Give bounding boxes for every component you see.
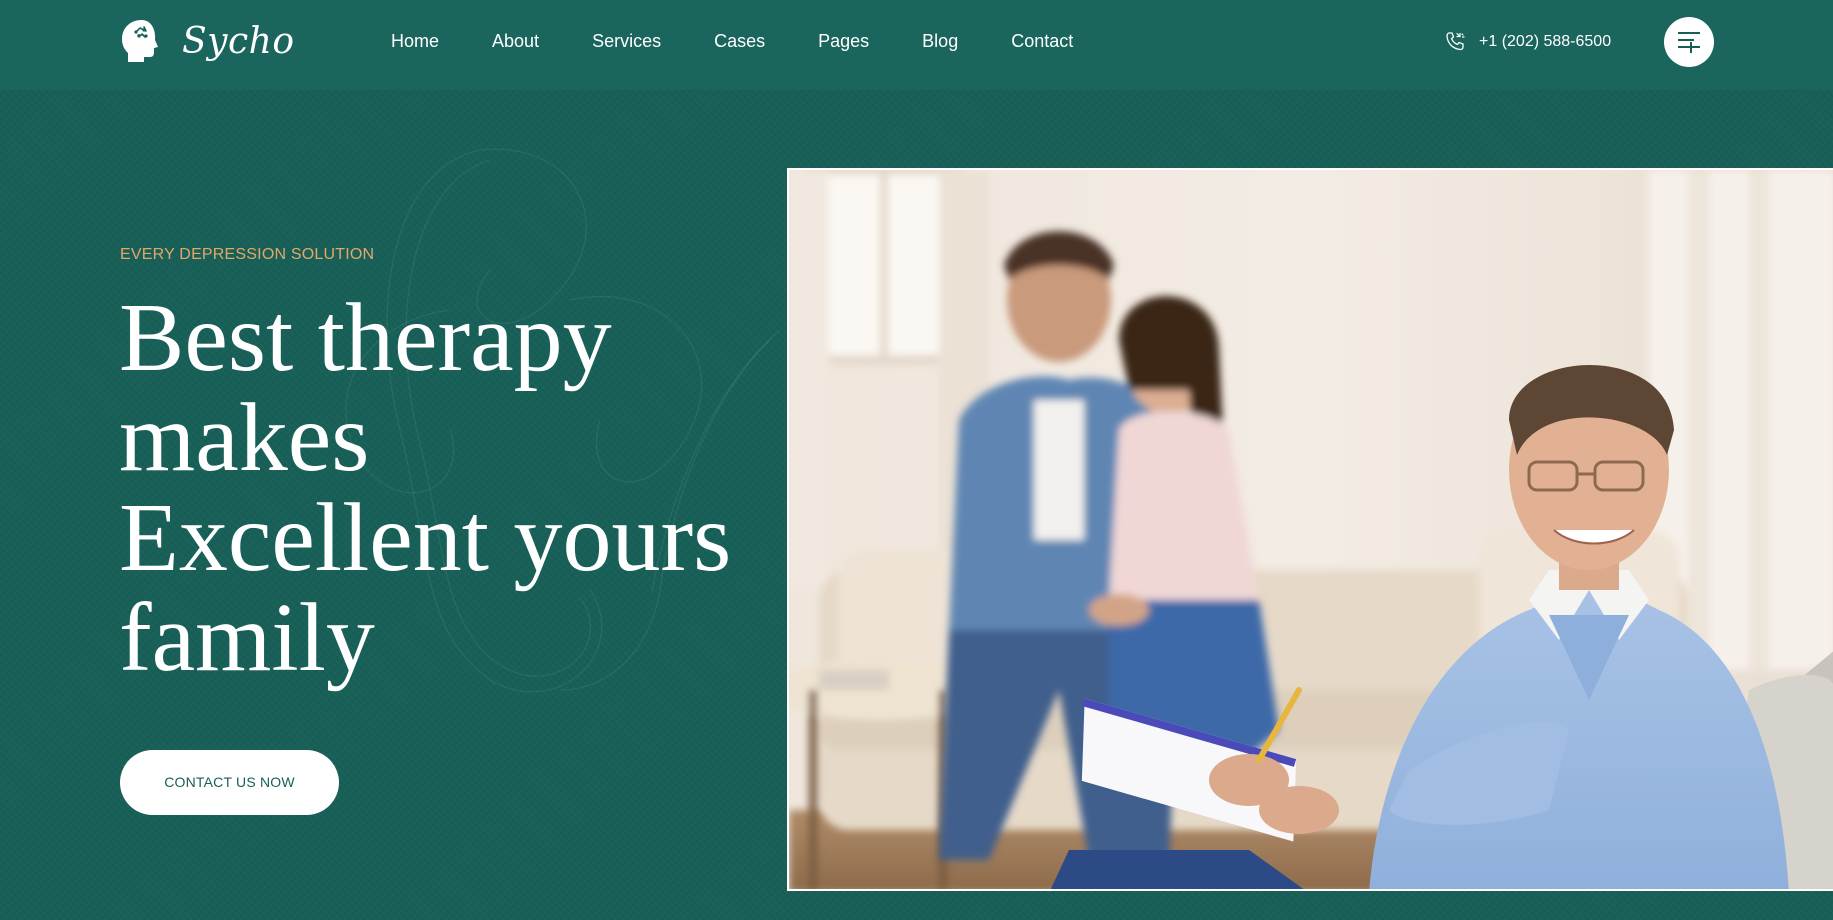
- nav-item-cases[interactable]: Cases: [714, 28, 765, 54]
- main-nav: Home About Services Cases Pages Blog Con…: [391, 28, 1073, 54]
- nav-item-services[interactable]: Services: [592, 28, 661, 54]
- phone-number: +1 (202) 588-6500: [1479, 33, 1612, 50]
- headline-line: family: [119, 584, 375, 692]
- phone-contact[interactable]: +1 (202) 588-6500: [1443, 30, 1611, 54]
- logo[interactable]: Sycho: [120, 18, 295, 64]
- nav-item-pages[interactable]: Pages: [818, 28, 869, 54]
- headline-line: Best therapy: [119, 284, 612, 392]
- menu-icon: [1678, 32, 1700, 53]
- therapy-session-image: [789, 170, 1833, 889]
- headline-line: makes: [119, 384, 370, 492]
- hero-photo: [787, 168, 1833, 891]
- nav-item-blog[interactable]: Blog: [922, 28, 958, 54]
- contact-us-button[interactable]: CONTACT US NOW: [120, 750, 339, 815]
- headline-line: Excellent yours: [119, 484, 732, 592]
- phone-icon: [1446, 32, 1465, 51]
- brand-name: Sycho: [182, 20, 295, 62]
- nav-item-contact[interactable]: Contact: [1011, 28, 1073, 54]
- menu-button[interactable]: [1664, 17, 1714, 67]
- nav-item-home[interactable]: Home: [391, 28, 439, 54]
- hero-eyebrow: EVERY DEPRESSION SOLUTION: [120, 246, 375, 263]
- nav-item-about[interactable]: About: [492, 28, 539, 54]
- site-header: Sycho Home About Services Cases Pages Bl…: [0, 0, 1833, 90]
- head-logo-icon: [122, 20, 158, 62]
- hero-headline: Best therapy makes Excellent yours famil…: [119, 288, 779, 688]
